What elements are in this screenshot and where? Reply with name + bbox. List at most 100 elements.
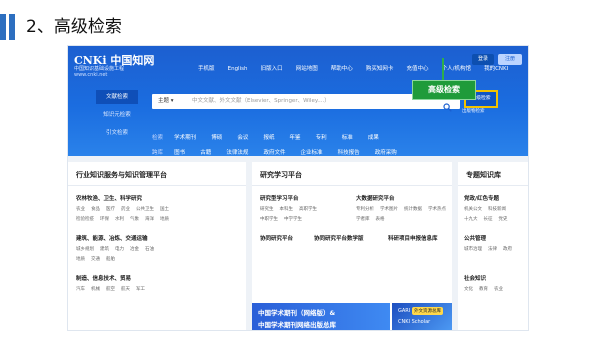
link[interactable]: 地质 [160,217,169,222]
nav-my-cnki[interactable]: 我的CNKI [484,66,508,72]
category-heading[interactable]: 研究型学习平台 [260,194,299,202]
link[interactable]: 船舶 [106,257,115,262]
link[interactable]: 统计数据 [404,207,422,212]
category-links: 中职学生 中学学生 [260,216,308,222]
link[interactable]: 高职学生 [299,207,317,212]
db-gov-procurement[interactable]: 政府采购 [375,150,397,156]
link[interactable]: 十九大 [464,217,478,222]
category-heading[interactable]: 协同研究平台数学版 [314,234,364,242]
db-law[interactable]: 法律法规 [226,150,248,156]
logo-subtitle: 中国知识基础设施工程 [74,66,125,72]
link[interactable]: 机械 [91,287,100,292]
link[interactable]: 海洋 [145,217,154,222]
link[interactable]: 汽车 [76,287,85,292]
link[interactable]: 农业 [494,287,503,292]
login-button[interactable]: 登录 [472,54,494,65]
category-links: 学者库 表格 [356,216,391,222]
industry-platform-card: 行业知识服务与知识管理平台 农林牧渔、卫生、科学研究 农业 食品 医疗 药业 公共卫生 国… [68,162,246,330]
link[interactable]: 学者库 [356,217,370,222]
nav-help[interactable]: 帮助中心 [331,66,353,72]
link[interactable]: 药业 [121,207,130,212]
db-gov-docs[interactable]: 政府文件 [263,150,285,156]
category-heading[interactable]: 制造、信息技术、贸易 [76,274,131,282]
category-links: 农业 食品 医疗 药业 公共卫生 国土 [76,206,175,212]
logo-url: www.cnki.net [74,72,108,78]
link[interactable]: 军工 [136,287,145,292]
advanced-search-callout: 高级检索 [412,80,476,100]
link[interactable]: 城市治理 [464,247,482,252]
link[interactable]: 政府 [503,247,512,252]
category-links: 十九大 长征 党史 [464,216,514,222]
link[interactable]: 表格 [376,217,385,222]
card-title: 研究学习平台 [260,171,302,179]
category-heading[interactable]: 党政/红色专题 [464,194,499,202]
link[interactable]: 检验检疫 [76,217,94,222]
link[interactable]: 建筑 [100,247,109,252]
category-heading[interactable]: 科研项目申报信息库 [388,234,438,242]
link[interactable]: 食品 [91,207,100,212]
link[interactable]: 学术热点 [428,207,446,212]
nav-english[interactable]: English [228,66,248,72]
scholar-banner[interactable]: GARI 外文资源总库 CNKI Scholar [392,303,452,330]
category-heading[interactable]: 社会知识 [464,274,486,282]
db-book[interactable]: 图书 [174,150,185,156]
link[interactable]: 党史 [499,217,508,222]
category-heading[interactable]: 协同研究平台 [260,234,293,242]
db-tech-report[interactable]: 科技报告 [338,150,360,156]
link[interactable]: 文化 [464,287,473,292]
category-heading[interactable]: 大数据研究平台 [356,194,395,202]
tab-literature-search[interactable]: 文献检索 [96,90,138,104]
link[interactable]: 长征 [484,217,493,222]
link[interactable]: 气象 [130,217,139,222]
link[interactable]: 专利分析 [356,207,374,212]
tab-citation-search[interactable]: 引文检索 [96,126,138,140]
divider [68,185,246,186]
link[interactable]: 交通 [91,257,100,262]
link[interactable]: 冶金 [130,247,139,252]
link[interactable]: 教育 [479,287,488,292]
link[interactable]: 科技新闻 [488,207,506,212]
search-input[interactable]: 中文文献、外文文献（Elsevier、Springer、Wiley....） [192,94,330,109]
link[interactable]: 环保 [100,217,109,222]
category-heading[interactable]: 建筑、能源、冶炼、交通运输 [76,234,148,242]
cnki-scholar-label: CNKI Scholar [398,319,431,325]
link[interactable]: 中学学生 [284,217,302,222]
link[interactable]: 医疗 [106,207,115,212]
link[interactable]: 法律 [488,247,497,252]
card-title: 行业知识服务与知识管理平台 [76,171,167,179]
category-heading[interactable]: 农林牧渔、卫生、科学研究 [76,194,142,202]
link[interactable]: 航空 [106,287,115,292]
nav-mobile[interactable]: 手机版 [198,66,215,72]
search-scope-select[interactable]: 主题 ▾ [158,94,174,109]
link[interactable]: 研究生 [260,207,274,212]
link[interactable]: 中职学生 [260,217,278,222]
link[interactable]: 石油 [145,247,154,252]
hero-banner: CNKi 中国知网 中国知识基础设施工程 www.cnki.net 手机版 En… [68,46,528,156]
link[interactable]: 国土 [160,207,169,212]
nav-personal[interactable]: 个人/机构馆 [442,66,471,72]
nav-sitemap[interactable]: 网站地图 [296,66,318,72]
link[interactable]: 公共卫生 [136,207,154,212]
register-button[interactable]: 注册 [498,54,522,65]
link[interactable]: 学术图片 [380,207,398,212]
title-accent-bar-2 [9,14,15,40]
link[interactable]: 电力 [115,247,124,252]
nav-buy-card[interactable]: 购买知网卡 [366,66,394,72]
tab-knowledge-search[interactable]: 知识元检索 [96,108,138,122]
link[interactable]: 水利 [115,217,124,222]
nav-recharge[interactable]: 充值中心 [407,66,429,72]
link[interactable]: 农业 [76,207,85,212]
link[interactable]: 城乡规划 [76,247,94,252]
db-enterprise-standard[interactable]: 企业标准 [301,150,323,156]
scope-label: 主题 [158,98,170,104]
journal-banner[interactable]: 中国学术期刊（网络版）& 中国学术期刊网络出版总库 [252,303,390,330]
category-heading[interactable]: 公共管理 [464,234,486,242]
link[interactable]: 机关公文 [464,207,482,212]
category-links: 城乡规划 建筑 电力 冶金 石油 [76,246,160,252]
publication-search-link[interactable]: 出版物检索 [462,108,485,114]
link[interactable]: 航天 [121,287,130,292]
db-ancient[interactable]: 古籍 [200,150,211,156]
nav-old-version[interactable]: 旧版入口 [261,66,283,72]
link[interactable]: 本科生 [280,207,294,212]
link[interactable]: 地质 [76,257,85,262]
